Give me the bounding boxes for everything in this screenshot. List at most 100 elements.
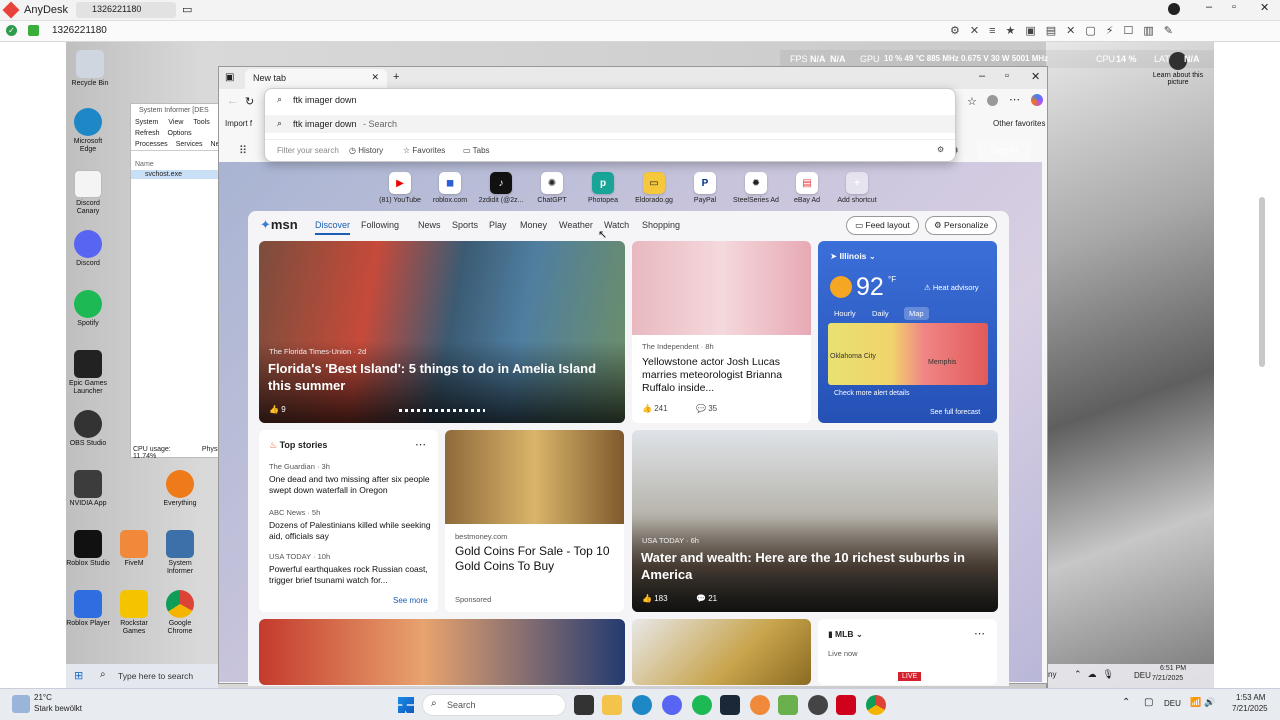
msn-logo[interactable]: ✦msn — [260, 217, 298, 233]
big-story-card[interactable]: USA TODAY · 6h Water and wealth: Here ar… — [632, 430, 998, 612]
alert-details-link[interactable]: Check more alert details — [834, 390, 909, 397]
story-card-yellowstone[interactable]: The Independent · 8h Yellowstone actor J… — [632, 241, 811, 423]
shortcut-eldorado[interactable]: ▭ Eldorado.gg — [628, 172, 680, 204]
filter-tabs[interactable]: ▭ Tabs — [463, 146, 490, 155]
more-icon[interactable]: ⋯ — [1009, 93, 1020, 106]
desktop-icon-rockstar[interactable]: Rockstar Games — [112, 590, 156, 636]
refresh-icon[interactable]: ↻ — [245, 95, 254, 108]
menu-tools[interactable]: Tools — [193, 119, 209, 126]
desktop-icon-fivem[interactable]: FiveM — [112, 530, 156, 568]
favorites-star-icon[interactable]: ☆ — [967, 95, 977, 108]
desktop-icon-discord-canary[interactable]: Discord Canary — [66, 170, 110, 216]
clock-time[interactable]: 1:53 AM — [1236, 693, 1265, 702]
task-view-icon[interactable] — [574, 695, 594, 715]
copilot-icon[interactable] — [1031, 94, 1043, 106]
desktop-icon-recycle-bin[interactable]: Recycle Bin — [68, 50, 112, 88]
mlb-card[interactable]: ▮ MLB ⌄ ⋯ Live now LIVE — [818, 619, 997, 685]
shortcut-add[interactable]: + Add shortcut — [831, 172, 883, 204]
story-like-button[interactable]: 👍 241 — [642, 404, 668, 413]
desktop-icon-discord[interactable]: Discord — [66, 230, 110, 268]
minimize-button[interactable]: – — [979, 70, 985, 82]
other-favorites-folder[interactable]: Other favorites — [993, 119, 1045, 128]
tab-hourly[interactable]: Hourly — [834, 309, 856, 318]
new-tab-icon[interactable]: ▭ — [182, 3, 192, 16]
windows-start-icon[interactable] — [398, 697, 414, 713]
chrome-taskbar-icon[interactable] — [866, 695, 886, 715]
app-taskbar-icon[interactable] — [750, 695, 770, 715]
more-options-icon[interactable]: ⋯ — [974, 627, 985, 640]
remote-language[interactable]: DEU — [1134, 671, 1151, 680]
back-icon[interactable]: ← — [227, 95, 238, 107]
nav-news[interactable]: News — [418, 220, 441, 230]
tab-processes[interactable]: Processes — [135, 141, 168, 148]
import-favorites-link[interactable]: Import f — [225, 119, 252, 128]
story-comments-button[interactable]: 💬 35 — [696, 404, 717, 413]
full-forecast-link[interactable]: See full forecast — [930, 409, 980, 416]
options-button[interactable]: Options — [168, 130, 192, 137]
top-story-3[interactable]: USA TODAY · 10h Powerful earthquakes roc… — [269, 552, 431, 586]
carousel-dots[interactable] — [399, 409, 485, 412]
desktop-icon-edge[interactable]: Microsoft Edge — [66, 108, 110, 154]
shortcut-ebay[interactable]: ▤ eBay Ad — [781, 172, 833, 204]
tab-new-tab[interactable]: New tab ✕ — [245, 69, 387, 89]
tab-map[interactable]: Map — [904, 307, 929, 320]
tab-daily[interactable]: Daily — [872, 309, 889, 318]
anydesk-taskbar-icon[interactable] — [836, 695, 856, 715]
shortcut-tiktok[interactable]: ♪ 2zdidit (@2z... — [475, 172, 527, 204]
profile-icon[interactable] — [987, 95, 998, 106]
tray-chevron-icon[interactable]: ⌃ — [1122, 697, 1130, 708]
suggestion-row[interactable]: ⌕ ftk imager down - Search — [265, 115, 955, 133]
taskbar-search[interactable]: ⌕ Search — [422, 694, 566, 716]
apps-grid-icon[interactable]: ⠿ — [239, 144, 247, 157]
nav-watch[interactable]: Watch — [604, 220, 629, 230]
tray-icons[interactable]: ⌃☁🎙 — [1074, 669, 1120, 680]
desktop-icon-epic[interactable]: Epic Games Launcher — [66, 350, 110, 396]
refresh-button[interactable]: Refresh — [135, 130, 160, 137]
remote-start-icon[interactable]: ⊞ — [74, 669, 83, 682]
toolbar-icons[interactable]: ⚙✕≡★▣▤✕▢⚡☐▥✎ — [950, 24, 1183, 37]
weather-map[interactable]: Oklahoma City Memphis — [828, 323, 988, 385]
shortcut-photopea[interactable]: p Photopea — [577, 172, 629, 204]
anydesk-session-tab[interactable]: 1326221180 — [76, 2, 176, 18]
tray-app-icon[interactable]: ▢ — [1144, 697, 1153, 708]
shortcut-youtube[interactable]: ▶ (81) YouTube — [374, 172, 426, 204]
story-card-partial-1[interactable] — [259, 619, 625, 685]
story-card-partial-2[interactable] — [632, 619, 811, 685]
notepad-taskbar-icon[interactable] — [778, 695, 798, 715]
weather-widget-icon[interactable] — [12, 695, 30, 713]
shortcut-paypal[interactable]: P PayPal — [679, 172, 731, 204]
more-options-icon[interactable]: ⋯ — [415, 438, 426, 451]
edge-taskbar-icon[interactable] — [632, 695, 652, 715]
file-explorer-icon[interactable] — [602, 695, 622, 715]
weather-card[interactable]: ➤ Illinois ⌄ 92 °F ⚠ Heat advisory Hourl… — [818, 241, 997, 423]
big-story-like-button[interactable]: 👍 183 — [642, 594, 668, 603]
desktop-icon-nvidia[interactable]: NVIDIA App — [66, 470, 110, 508]
filter-favorites[interactable]: ☆ Favorites — [403, 146, 445, 155]
top-story-2[interactable]: ABC News · 5h Dozens of Palestinians kil… — [269, 508, 431, 542]
feed-layout-button[interactable]: ▭ Feed layout — [846, 216, 919, 235]
shortcut-steelseries[interactable]: ✹ SteelSeries Ad — [730, 172, 782, 204]
address-field[interactable]: 1326221180 — [52, 25, 107, 36]
nav-weather[interactable]: Weather — [559, 220, 593, 230]
nav-money[interactable]: Money — [520, 220, 547, 230]
nav-following[interactable]: Following — [361, 220, 399, 230]
column-name[interactable]: Name — [131, 151, 219, 170]
hero-like-button[interactable]: 👍 9 — [269, 405, 286, 414]
menu-system[interactable]: System — [135, 119, 158, 126]
scrollbar-thumb[interactable] — [1259, 197, 1265, 367]
menu-view[interactable]: View — [168, 119, 183, 126]
desktop-icon-obs[interactable]: OBS Studio — [66, 410, 110, 448]
tray-network-volume-icons[interactable]: 📶🔊 — [1190, 697, 1218, 708]
sign-in-button[interactable]: Sign in — [977, 141, 1031, 161]
desktop-icon-system-informer[interactable]: System Informer — [158, 530, 202, 576]
nav-discover[interactable]: Discover — [315, 220, 351, 235]
heat-advisory[interactable]: ⚠ Heat advisory — [924, 283, 979, 292]
settings-gear-icon[interactable]: ⚙ — [937, 145, 944, 154]
desktop-icon-chrome[interactable]: Google Chrome — [158, 590, 202, 636]
clock-date[interactable]: 7/21/2025 — [1232, 704, 1268, 713]
close-button[interactable]: ✕ — [1031, 70, 1040, 83]
hero-story-card[interactable]: The Florida Times-Union · 2d Florida's '… — [259, 241, 625, 423]
new-tab-button[interactable]: + — [393, 71, 399, 83]
nav-play[interactable]: Play — [489, 220, 507, 230]
maximize-button[interactable]: ▫ — [1232, 1, 1236, 13]
